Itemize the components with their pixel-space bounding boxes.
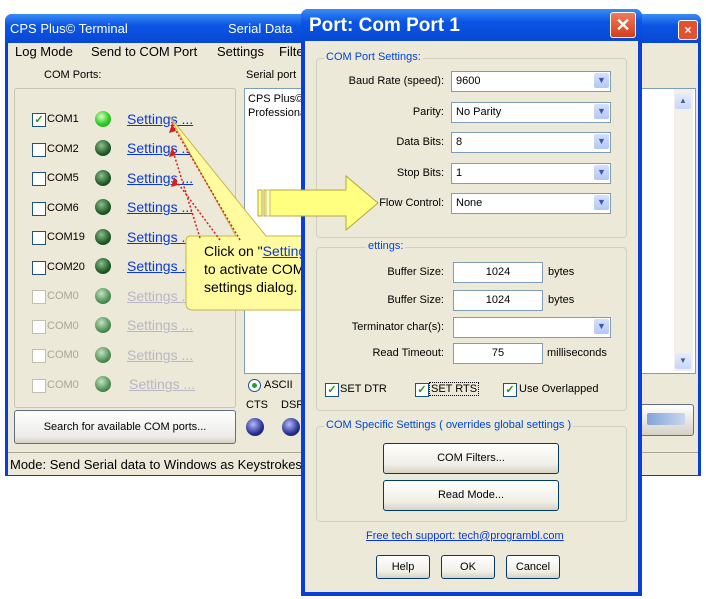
com-port-settings-title: COM Port Settings:	[324, 51, 423, 63]
dialog-title: Port: Com Port 1	[309, 15, 460, 36]
use-overlapped-checkbox[interactable]: ✓	[503, 383, 517, 397]
read-mode-button[interactable]: Read Mode...	[383, 480, 559, 511]
chevron-down-icon[interactable]: ▼	[594, 165, 609, 180]
baud-rate-select[interactable]: 9600 ▼	[451, 71, 611, 92]
chevron-down-icon[interactable]: ▼	[594, 134, 609, 149]
set-dtr-checkbox[interactable]: ✓	[325, 383, 339, 397]
com-filters-button[interactable]: COM Filters...	[383, 443, 559, 474]
chevron-down-icon[interactable]: ▼	[594, 195, 609, 210]
baud-rate-value: 9600	[456, 75, 481, 87]
read-timeout-field[interactable]: 75	[453, 343, 543, 364]
tech-support-link[interactable]: Free tech support: tech@programbl.com	[366, 530, 564, 542]
chevron-down-icon[interactable]: ▼	[594, 73, 609, 88]
flow-control-label: Flow Control:	[379, 197, 444, 209]
set-dtr-label: SET DTR	[340, 383, 387, 395]
callout-arrowhead	[171, 178, 178, 187]
buffer-settings-title: ettings:	[366, 240, 406, 252]
com-specific-title: COM Specific Settings ( overrides global…	[324, 419, 574, 431]
flow-control-select[interactable]: None ▼	[451, 193, 611, 214]
ok-button[interactable]: OK	[441, 555, 495, 579]
chevron-down-icon[interactable]: ▼	[594, 104, 609, 119]
cancel-button[interactable]: Cancel	[506, 555, 560, 579]
read-timeout-units: milliseconds	[547, 347, 607, 359]
callout-arrowhead	[169, 148, 176, 157]
data-bits-select[interactable]: 8 ▼	[451, 132, 611, 153]
output-buffer-units: bytes	[548, 294, 575, 306]
callout-prefix: Click on "	[204, 243, 263, 259]
parity-label: Parity:	[412, 106, 444, 118]
cancel-label: Cancel	[515, 561, 551, 573]
stop-bits-select[interactable]: 1 ▼	[451, 163, 611, 184]
set-rts-checkbox[interactable]: ✓	[415, 383, 429, 397]
input-buffer-label: Buffer Size:	[387, 266, 444, 278]
help-label: Help	[391, 561, 415, 573]
stop-bits-value: 1	[456, 167, 463, 179]
input-buffer-units: bytes	[548, 266, 575, 278]
help-button[interactable]: Help	[376, 555, 430, 579]
parity-select[interactable]: No Parity ▼	[451, 102, 611, 123]
output-buffer-label: Buffer Size:	[387, 294, 444, 306]
baud-rate-label: Baud Rate (speed):	[348, 75, 444, 87]
parity-value: No Parity	[456, 106, 502, 118]
flow-control-value: None	[456, 197, 483, 209]
data-bits-value: 8	[456, 136, 463, 148]
terminator-select[interactable]: ▼	[453, 317, 611, 338]
chevron-down-icon[interactable]: ▼	[594, 319, 609, 334]
data-bits-label: Data Bits:	[396, 136, 444, 148]
input-buffer-field[interactable]: 1024	[453, 262, 543, 283]
ok-label: OK	[460, 561, 476, 573]
read-timeout-label: Read Timeout:	[372, 347, 444, 359]
set-rts-label: SET RTS	[429, 382, 480, 396]
stop-bits-label: Stop Bits:	[396, 167, 444, 179]
close-icon[interactable]: ✕	[610, 12, 636, 38]
use-overlapped-label: Use Overlapped	[519, 383, 599, 395]
output-buffer-field[interactable]: 1024	[453, 290, 543, 311]
terminator-label: Terminator char(s):	[351, 321, 444, 333]
